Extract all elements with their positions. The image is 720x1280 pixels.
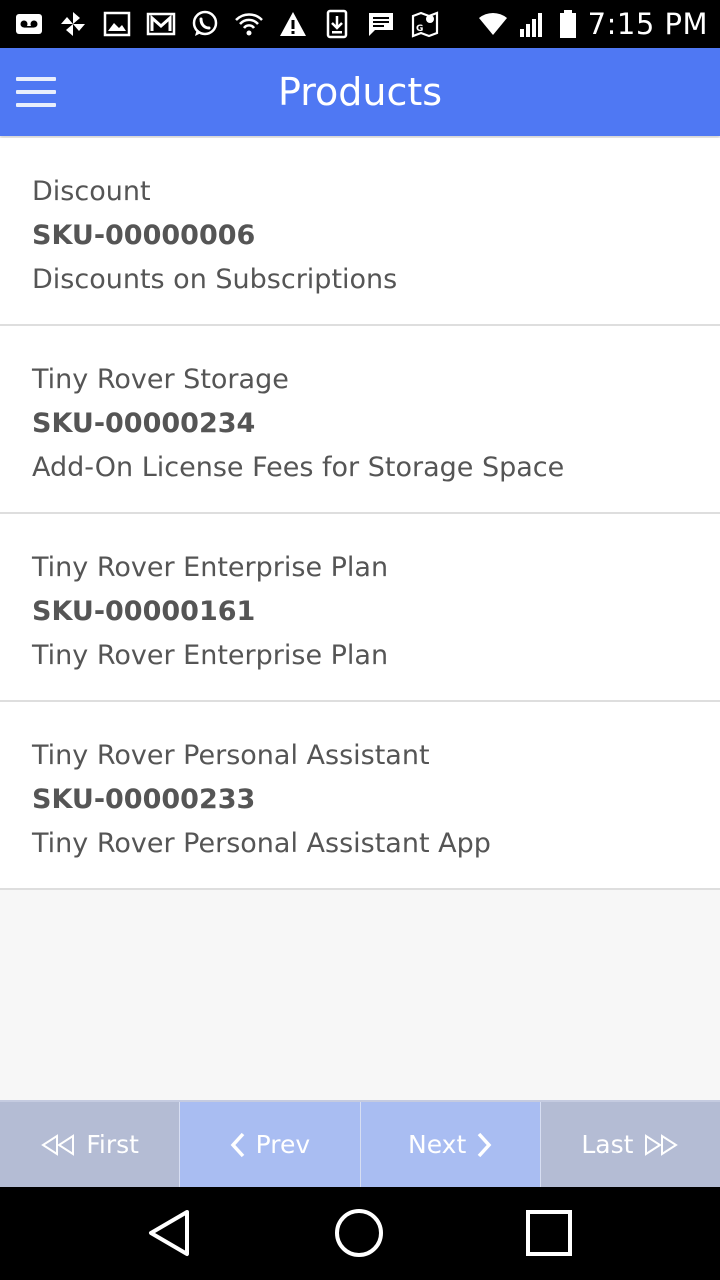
last-page-button[interactable]: Last — [539, 1102, 720, 1187]
last-label: Last — [581, 1130, 634, 1159]
product-name: Tiny Rover Storage — [32, 364, 289, 395]
status-bar: G 7:15 PM — [0, 0, 720, 48]
message-icon — [366, 9, 396, 39]
pinwheel-icon — [58, 9, 88, 39]
next-page-button[interactable]: Next — [359, 1102, 540, 1187]
download-icon — [322, 9, 352, 39]
warning-icon — [278, 9, 308, 39]
list-item[interactable]: Tiny Rover Storage SKU-00000234 Add-On L… — [0, 326, 720, 514]
product-description: Tiny Rover Enterprise Plan — [32, 640, 389, 671]
recents-square-icon[interactable] — [521, 1205, 577, 1261]
hamburger-menu-icon[interactable] — [16, 68, 64, 116]
battery-icon — [558, 9, 578, 39]
pagination-bar: First Prev Next Last — [0, 1100, 720, 1187]
home-circle-icon[interactable] — [331, 1205, 387, 1261]
cell-signal-icon — [518, 9, 548, 39]
double-left-triangle-icon — [41, 1133, 75, 1156]
first-page-button[interactable]: First — [0, 1102, 180, 1187]
product-name: Tiny Rover Enterprise Plan — [32, 552, 389, 583]
status-right: 7:15 PM — [478, 6, 708, 42]
chevron-right-icon — [477, 1132, 492, 1157]
chevron-left-icon — [230, 1132, 244, 1157]
first-label: First — [86, 1130, 139, 1159]
gmail-icon — [146, 9, 176, 39]
svg-text:G: G — [416, 24, 423, 34]
wifi-signal-icon — [478, 9, 508, 39]
product-sku: SKU-00000006 — [32, 220, 256, 251]
list-item[interactable]: Tiny Rover Enterprise Plan SKU-00000161 … — [0, 514, 720, 702]
system-nav-bar — [0, 1187, 720, 1280]
product-sku: SKU-00000234 — [32, 408, 256, 439]
clock: 7:15 PM — [587, 7, 708, 41]
prev-label: Prev — [255, 1130, 311, 1159]
screen: G 7:15 PM Products Discount SKU-00000006 — [0, 0, 720, 1280]
maps-icon: G — [410, 9, 440, 39]
product-name: Tiny Rover Personal Assistant — [32, 740, 430, 771]
list-item[interactable]: Discount SKU-00000006 Discounts on Subsc… — [0, 138, 720, 326]
product-list: Discount SKU-00000006 Discounts on Subsc… — [0, 138, 720, 890]
product-name: Discount — [32, 176, 151, 207]
product-sku: SKU-00000233 — [32, 784, 256, 815]
back-triangle-icon[interactable] — [142, 1205, 198, 1261]
page-title: Products — [277, 70, 443, 114]
notification-icons: G — [14, 6, 440, 42]
product-sku: SKU-00000161 — [32, 596, 256, 627]
product-description: Add-On License Fees for Storage Space — [32, 452, 565, 483]
list-item[interactable]: Tiny Rover Personal Assistant SKU-000002… — [0, 702, 720, 890]
next-label: Next — [408, 1130, 467, 1159]
product-description: Discounts on Subscriptions — [32, 264, 398, 295]
double-right-triangle-icon — [645, 1133, 679, 1156]
wifi-outline-icon — [234, 9, 264, 39]
product-description: Tiny Rover Personal Assistant App — [32, 828, 491, 859]
image-icon — [102, 9, 132, 39]
prev-page-button[interactable]: Prev — [179, 1102, 360, 1187]
whatsapp-icon — [190, 9, 220, 39]
voicemail-icon — [14, 9, 44, 39]
app-bar: Products — [0, 48, 720, 136]
